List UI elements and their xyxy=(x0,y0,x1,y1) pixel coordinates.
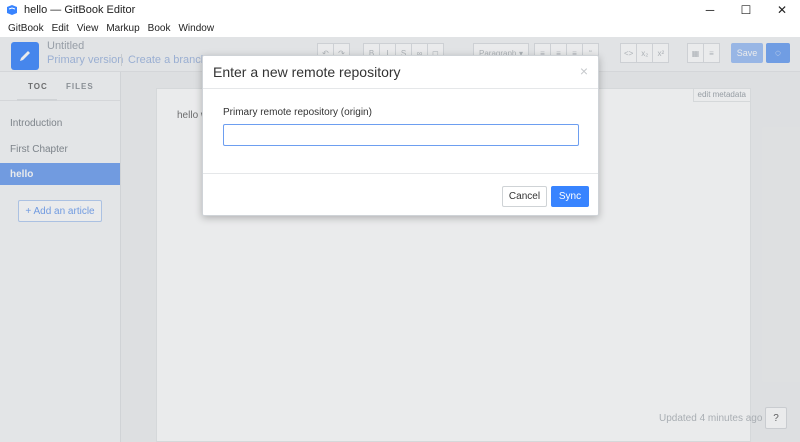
window-title: hello — GitBook Editor xyxy=(24,4,136,16)
dialog-header: Enter a new remote repository × xyxy=(203,56,598,89)
menu-book[interactable]: Book xyxy=(144,23,175,34)
menu-markup[interactable]: Markup xyxy=(102,23,143,34)
dialog-title: Enter a new remote repository xyxy=(213,64,401,80)
title-bar: hello — GitBook Editor ─ ☐ ✕ xyxy=(0,0,800,20)
remote-repository-dialog: Enter a new remote repository × Primary … xyxy=(202,55,599,216)
menu-view[interactable]: View xyxy=(73,23,103,34)
window-controls: ─ ☐ ✕ xyxy=(692,0,800,20)
menu-gitbook[interactable]: GitBook xyxy=(4,23,48,34)
cancel-button[interactable]: Cancel xyxy=(502,186,547,207)
close-window-button[interactable]: ✕ xyxy=(764,0,800,20)
menu-bar: GitBook Edit View Markup Book Window xyxy=(0,20,800,37)
dialog-footer: Cancel Sync xyxy=(203,173,598,217)
gitbook-logo-icon xyxy=(7,5,17,15)
menu-edit[interactable]: Edit xyxy=(48,23,73,34)
sync-button[interactable]: Sync xyxy=(551,186,589,207)
maximize-button[interactable]: ☐ xyxy=(728,0,764,20)
remote-repository-label: Primary remote repository (origin) xyxy=(223,107,372,118)
menu-window[interactable]: Window xyxy=(174,23,218,34)
close-icon[interactable]: × xyxy=(580,63,588,79)
remote-repository-input[interactable] xyxy=(223,124,579,146)
minimize-button[interactable]: ─ xyxy=(692,0,728,20)
